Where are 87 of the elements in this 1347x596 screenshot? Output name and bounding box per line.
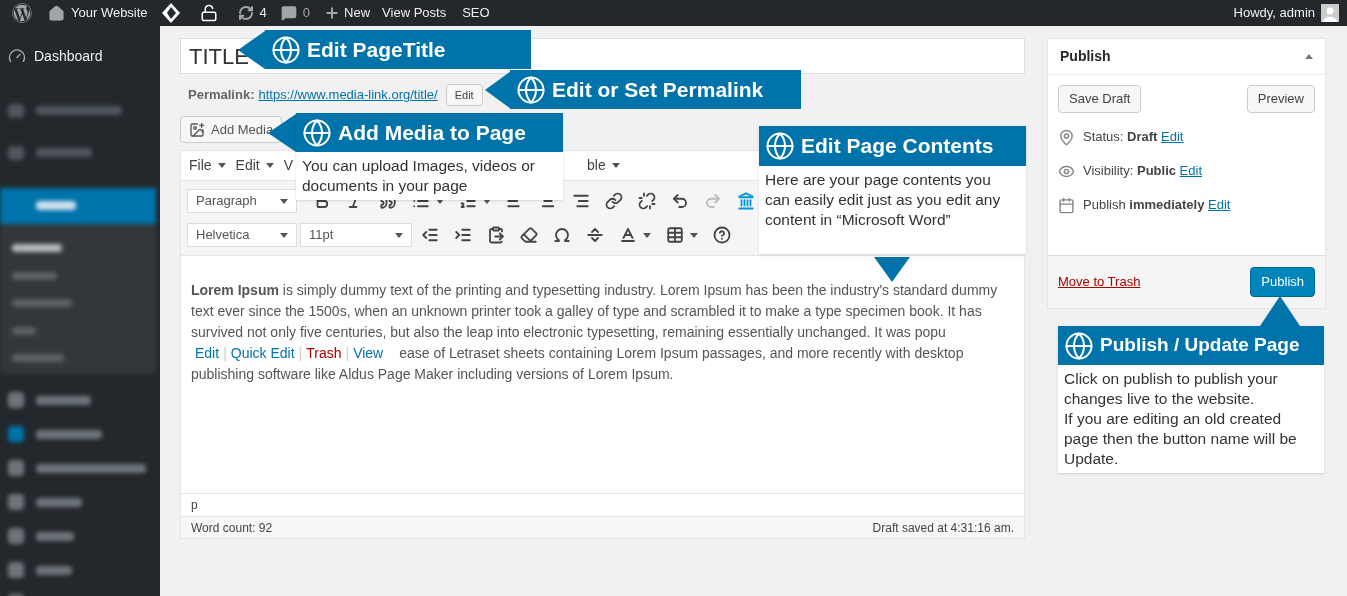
word-count: Word count: 92 [191, 519, 273, 537]
permalink-label: Permalink: [188, 86, 255, 105]
dropdown-caret-icon [217, 163, 226, 168]
row-action-link[interactable]: Trash [306, 343, 342, 364]
menu-item[interactable]: Edit [235, 155, 274, 176]
publish-setting: Status: Draft Edit [1083, 128, 1184, 147]
globe-icon [765, 131, 795, 161]
callout-title: Edit or Set Permalink [552, 76, 764, 103]
format-select[interactable]: Paragraph [187, 189, 297, 213]
publish-box-title: Publish [1060, 47, 1111, 66]
calendar-icon [1058, 196, 1075, 214]
paste-icon[interactable] [487, 226, 505, 244]
separator-icon[interactable] [586, 226, 604, 244]
dropdown-caret-icon [643, 232, 651, 238]
admin-bar-link[interactable]: View Posts [374, 3, 455, 23]
bank-icon[interactable] [737, 192, 755, 210]
dropdown-caret-icon [280, 232, 288, 238]
separator: | [223, 344, 227, 363]
globe-icon [1064, 330, 1094, 361]
greeting[interactable]: Howdy, admin [1233, 3, 1315, 23]
admin-bar-link[interactable]: SEO [454, 3, 498, 23]
unlink-icon[interactable] [638, 192, 656, 210]
undo-icon[interactable] [671, 192, 689, 210]
callout-title: Publish / Update Page [1100, 333, 1300, 358]
globe-icon [271, 34, 301, 65]
separator: | [345, 344, 350, 363]
refresh-icon[interactable] [237, 5, 254, 21]
callout-title: Edit PageTitle [307, 36, 446, 63]
row-action-link[interactable]: View [353, 343, 384, 364]
setting-edit-link[interactable]: Edit [1161, 129, 1184, 145]
gauge-icon[interactable] [8, 47, 26, 65]
save-draft-button[interactable]: Save Draft [1058, 85, 1142, 113]
row-action-link[interactable]: Edit [195, 343, 220, 364]
callout-text-tooltip: Click on publish to publish your changes live to the website. If you are editing an old created page then the button name will be Update. [1058, 365, 1324, 473]
home-icon[interactable] [48, 4, 65, 22]
collapse-toggle-icon[interactable] [1305, 54, 1313, 59]
publish-button[interactable]: Publish [1250, 267, 1315, 297]
row-action-link[interactable]: Quick Edit [230, 343, 295, 364]
content-paragraph[interactable]: Lorem Ipsum is simply dummy text of the printing and typesetting industry. Lorem Ipsum has been the industry's standard dummy text ever since the 1500s, when an unknown printer took a galley of type and scrambled it to make a type specimen book. It has survived not only five centuries, but also the leap into electronic typesetting, remaining essentially unchanged. It was popu Edit | Quick Edit | Trash | View ease of Letraset sheets containing Lorem Ipsum passages, and more recently with desktop publishing software like Aldus Page Maker including versions of Lorem Ipsum. [191, 280, 1004, 385]
table-icon[interactable] [666, 226, 684, 244]
text-color-icon[interactable] [619, 226, 637, 244]
help-icon[interactable] [713, 226, 731, 244]
element-path[interactable]: p [191, 496, 198, 514]
dropdown-caret-icon [395, 232, 403, 238]
comment-icon[interactable] [280, 5, 297, 21]
pin-icon [1058, 128, 1075, 146]
font-select[interactable]: Helvetica [187, 223, 297, 247]
setting-edit-link[interactable]: Edit [1179, 163, 1202, 179]
menu-item[interactable]: ble [587, 155, 620, 176]
new-link[interactable]: New [340, 3, 375, 23]
callout-text-tooltip: You can upload Images, videos or documents in your page [296, 152, 563, 200]
callout-text-tooltip: Here are your page contents you can easily edit just as you edit any content in “Microsoft Word” [759, 166, 1026, 254]
permalink-url[interactable]: https://www.media-link.org/title/ [258, 85, 438, 105]
callout-title: Add Media to Page [338, 119, 526, 146]
updates-count[interactable]: 4 [253, 3, 273, 23]
dropdown-caret-icon [280, 198, 288, 204]
link-icon[interactable] [605, 192, 623, 210]
sidebar-item[interactable]: Dashboard [34, 45, 103, 67]
site-link[interactable]: Your Website [65, 3, 154, 23]
globe-icon [516, 74, 546, 105]
wordpress-logo-icon[interactable] [12, 3, 32, 23]
size-select[interactable]: 11pt [300, 223, 412, 247]
comments-count[interactable]: 0 [296, 3, 317, 23]
callout-pointer-tooltip [874, 257, 910, 282]
move-to-trash-link[interactable]: Move to Trash [1058, 272, 1141, 292]
align-right-icon[interactable] [572, 192, 590, 210]
setting-edit-link[interactable]: Edit [1208, 197, 1231, 213]
add-media-button[interactable]: Add Media [180, 116, 283, 143]
dropdown-caret-icon [265, 163, 274, 168]
dropdown-caret-icon [611, 163, 620, 168]
publish-setting: Visibility: Public Edit [1083, 162, 1202, 181]
publish-setting: Publish immediately Edit [1083, 196, 1231, 215]
lock-icon[interactable] [199, 4, 218, 22]
globe-icon [302, 117, 332, 148]
preview-button[interactable]: Preview [1246, 85, 1315, 113]
menu-item[interactable]: File [189, 155, 226, 176]
callout-title: Edit Page Contents [801, 133, 994, 160]
permalink-edit-button[interactable]: Edit [445, 84, 483, 106]
indent-icon[interactable] [454, 226, 472, 244]
dropdown-caret-icon [690, 232, 698, 238]
draft-saved-text: Draft saved at 4:31:16 am. [872, 519, 1014, 537]
image-icon [189, 121, 205, 138]
outdent-icon[interactable] [421, 226, 439, 244]
separator: | [298, 344, 303, 363]
eraser-icon[interactable] [520, 226, 538, 244]
omega-icon[interactable] [553, 226, 571, 244]
diamond-logo-icon[interactable] [161, 3, 180, 23]
